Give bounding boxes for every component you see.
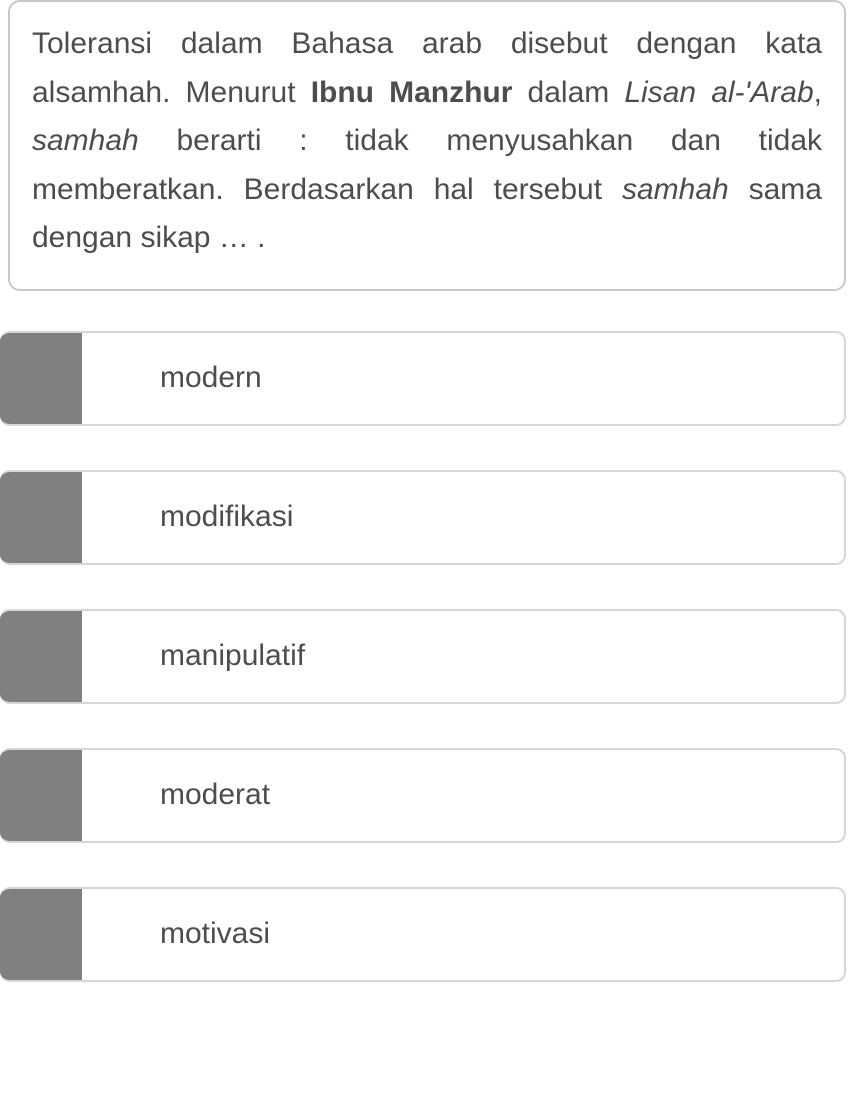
option-marker <box>0 750 82 841</box>
option-item-2[interactable]: manipulatif <box>0 609 846 704</box>
option-marker <box>0 472 82 563</box>
options-container: modern modifikasi manipulatif moderat mo… <box>0 331 854 982</box>
option-label: manipulatif <box>82 611 844 702</box>
option-item-1[interactable]: modifikasi <box>0 470 846 565</box>
option-item-0[interactable]: modern <box>0 331 846 426</box>
option-label: motivasi <box>82 889 844 980</box>
option-label: moderat <box>82 750 844 841</box>
option-label: modern <box>82 333 844 424</box>
option-marker <box>0 889 82 980</box>
option-item-4[interactable]: motivasi <box>0 887 846 982</box>
option-marker <box>0 611 82 702</box>
question-card: Toleransi dalam Bahasa arab disebut deng… <box>8 0 846 291</box>
option-marker <box>0 333 82 424</box>
option-item-3[interactable]: moderat <box>0 748 846 843</box>
question-text: Toleransi dalam Bahasa arab disebut deng… <box>32 20 822 263</box>
option-label: modifikasi <box>82 472 844 563</box>
